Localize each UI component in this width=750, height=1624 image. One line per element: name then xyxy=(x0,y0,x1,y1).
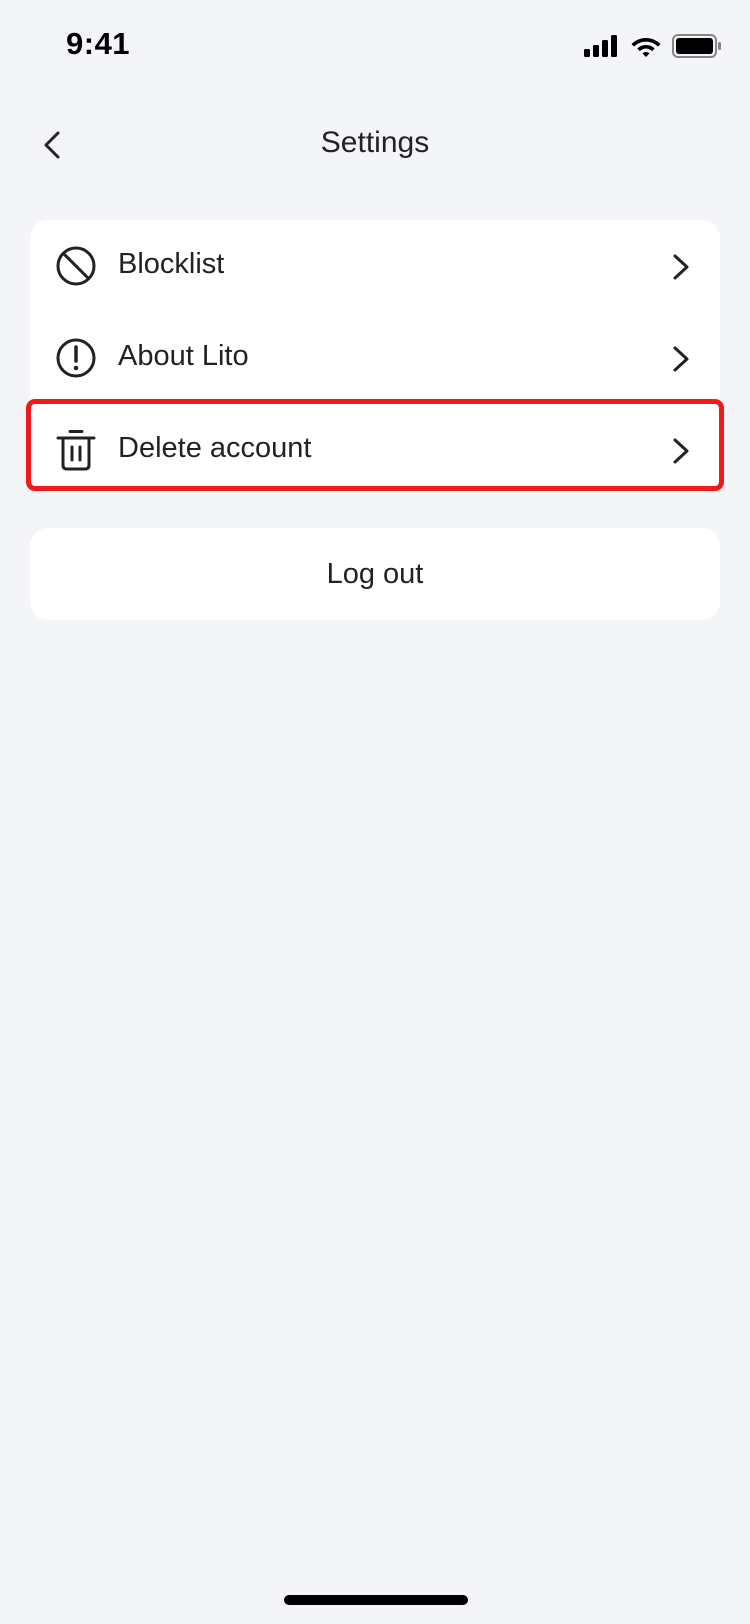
logout-button[interactable]: Log out xyxy=(30,528,720,620)
cellular-signal-icon xyxy=(584,35,617,57)
status-time: 9:41 xyxy=(66,26,131,61)
chevron-right-icon xyxy=(673,346,689,372)
trash-icon xyxy=(56,430,96,471)
chevron-right-icon xyxy=(673,254,689,280)
settings-item-label: Delete account xyxy=(118,432,312,464)
status-bar: 9:41 xyxy=(0,0,750,92)
settings-item-about[interactable]: About Lito xyxy=(30,312,720,404)
status-icons xyxy=(584,32,722,60)
battery-icon xyxy=(672,34,721,58)
chevron-right-icon xyxy=(673,438,689,464)
settings-item-label: About Lito xyxy=(118,340,249,372)
settings-item-delete-account[interactable]: Delete account xyxy=(26,399,724,496)
settings-item-blocklist[interactable]: Blocklist xyxy=(30,220,720,312)
settings-list: Blocklist About Lito Delete account xyxy=(26,220,724,496)
wifi-icon xyxy=(631,38,661,57)
nav-bar: Settings xyxy=(0,108,750,182)
home-indicator xyxy=(284,1595,468,1605)
page-title: Settings xyxy=(320,126,430,159)
info-circle-icon xyxy=(56,338,96,378)
block-icon xyxy=(56,246,96,286)
settings-item-label: Blocklist xyxy=(118,248,225,280)
